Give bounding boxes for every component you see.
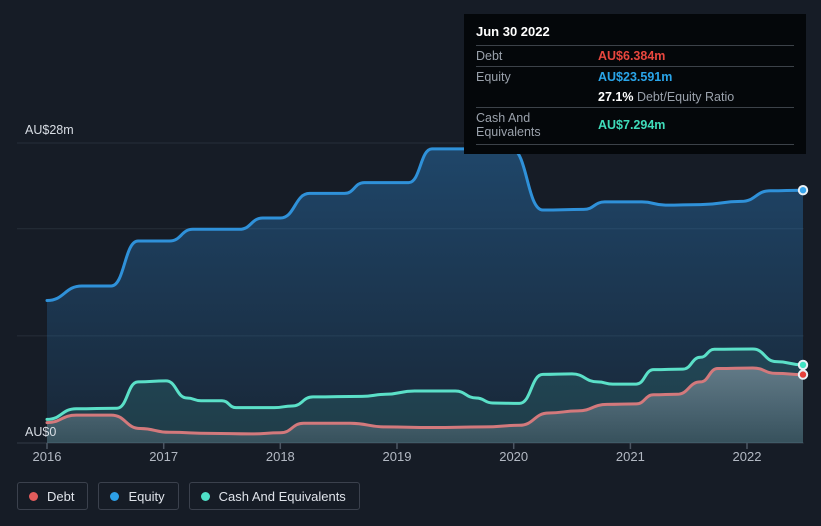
tooltip-date: Jun 30 2022 [476, 24, 550, 39]
series-areas [47, 148, 803, 443]
chart-legend: Debt Equity Cash And Equivalents [17, 482, 360, 510]
tooltip-debt-label: Debt [476, 49, 503, 63]
debt-legend-dot-icon [29, 491, 38, 501]
tooltip-equity-label: Equity [476, 70, 511, 84]
debt-end-dot [797, 369, 809, 380]
tooltip-cash-row: Cash And Equivalents AU$7.294m [476, 107, 794, 145]
x-axis-label-2017: 2017 [149, 449, 179, 464]
y-axis-zero-label: AU$0 [25, 425, 57, 439]
legend-item-equity[interactable]: Equity [98, 482, 179, 510]
x-axis-label-2021: 2021 [615, 449, 645, 464]
tooltip-cash-value: AU$7.294m [598, 118, 666, 132]
y-axis-max-label: AU$28m [25, 123, 74, 137]
cash-and-equivalents-end-dot [797, 359, 809, 371]
debt-equity-history-chart: AU$28m AU$0 2016 2017 2018 2019 2020 2021 2022… [0, 0, 821, 526]
legend-item-cash[interactable]: Cash And Equivalents [188, 482, 360, 510]
equity-legend-dot-icon [110, 491, 120, 501]
tooltip-debt-row: Debt AU$6.384m [476, 45, 794, 66]
equity-end-dot [797, 185, 809, 196]
x-axis-label-2019: 2019 [382, 449, 412, 464]
tooltip-debt-value: AU$6.384m [598, 49, 666, 63]
x-axis-label-2022: 2022 [732, 449, 762, 464]
tooltip-ratio-label: Debt/Equity Ratio [636, 90, 735, 104]
cash-legend-dot-icon [200, 491, 210, 501]
tooltip-cash-label: Cash And Equivalents [476, 111, 541, 139]
x-axis-label-2018: 2018 [265, 449, 295, 464]
chart-tooltip: Jun 30 2022 Debt AU$6.384m Equity AU$23.… [464, 14, 806, 154]
legend-label-debt: Debt [47, 488, 75, 504]
x-axis-label-2016: 2016 [32, 449, 62, 464]
tooltip-equity-row: Equity AU$23.591m [476, 66, 794, 87]
tooltip-equity-value: AU$23.591m [598, 70, 673, 84]
legend-label-cash: Cash And Equivalents [218, 488, 346, 504]
legend-label-equity: Equity [128, 488, 165, 504]
tooltip-ratio-row: 27.1% Debt/Equity Ratio [476, 87, 794, 107]
x-axis-label-2020: 2020 [499, 449, 529, 464]
tooltip-ratio-value: 27.1% [598, 90, 634, 104]
legend-item-debt[interactable]: Debt [17, 482, 89, 510]
